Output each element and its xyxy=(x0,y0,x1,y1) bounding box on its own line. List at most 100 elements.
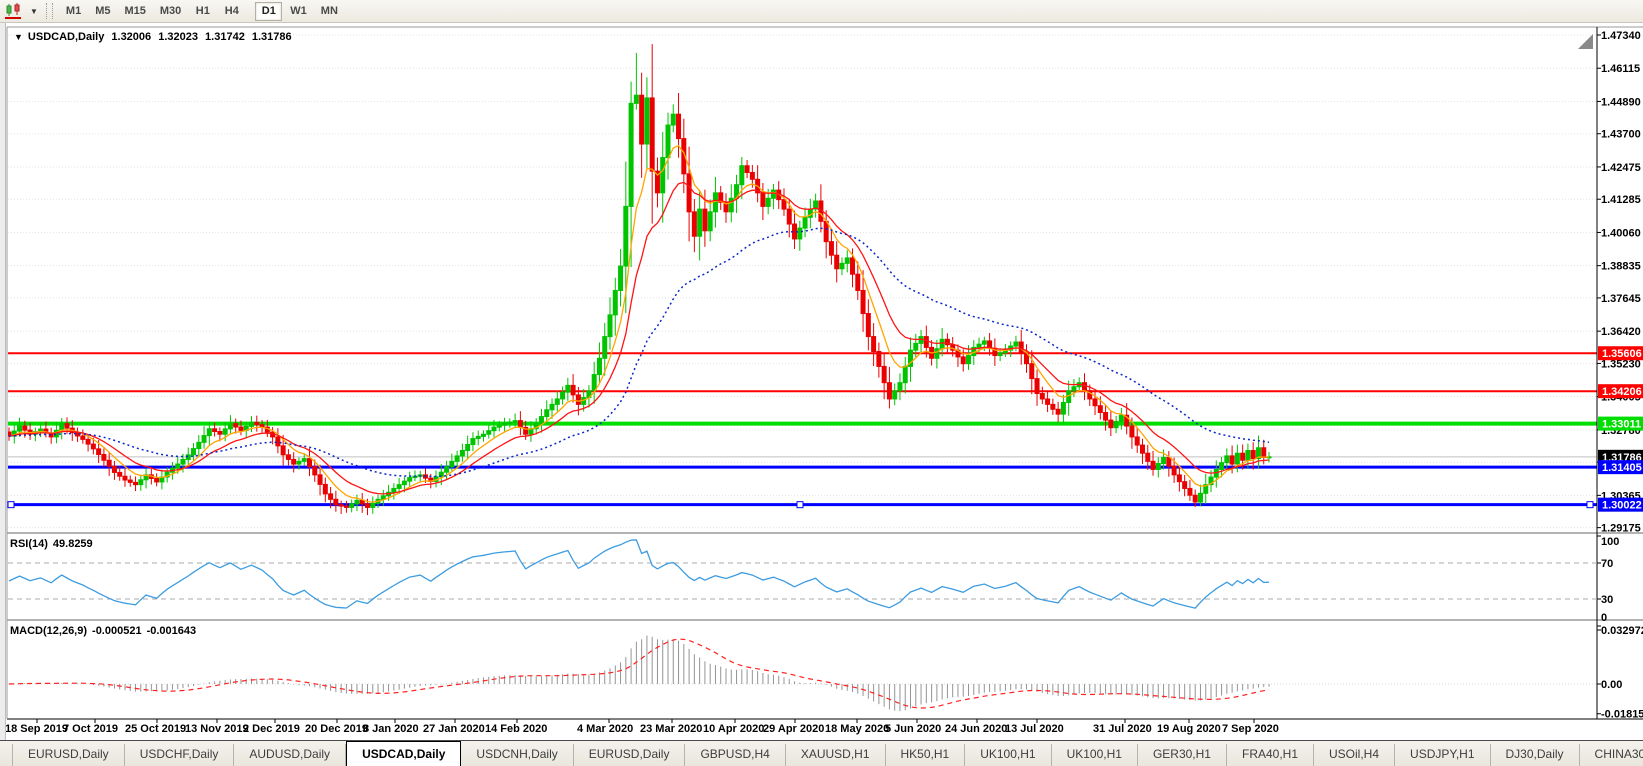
candle-body xyxy=(660,157,666,194)
candle-body xyxy=(512,420,518,423)
chart-tab-dj30-daily[interactable]: DJ30,Daily xyxy=(1491,744,1580,766)
candle-body xyxy=(1039,393,1045,400)
line-handle[interactable] xyxy=(7,501,15,509)
date-axis-label: 2 Dec 2019 xyxy=(243,723,300,735)
chart-tab-uk100-h1[interactable]: UK100,H1 xyxy=(1052,744,1138,766)
chart-tab-eurusd-daily[interactable]: EURUSD,Daily xyxy=(12,744,125,766)
candle-body xyxy=(85,438,91,445)
candle-body xyxy=(227,423,233,430)
date-axis-label: 7 Sep 2020 xyxy=(1222,723,1279,735)
date-axis-label: 25 Oct 2019 xyxy=(125,723,186,735)
candle-body xyxy=(222,428,228,435)
candle-body xyxy=(401,480,407,486)
chevron-down-icon[interactable]: ▼ xyxy=(30,7,38,16)
candle-body xyxy=(238,426,244,431)
candle-body xyxy=(1118,414,1124,422)
chart-tab-usdcad-daily[interactable]: USDCAD,Daily xyxy=(346,741,462,766)
price-tag-value: 1.31405 xyxy=(1602,462,1642,474)
timeframe-button-d1[interactable]: D1 xyxy=(255,1,283,21)
candle-body xyxy=(1171,465,1177,476)
timeframe-button-m5[interactable]: M5 xyxy=(89,2,116,21)
candle-body xyxy=(364,503,370,508)
candle-body xyxy=(1229,455,1235,465)
macd-axis-label: -0.018154 xyxy=(1601,709,1643,721)
chart-tab-fra40-h1[interactable]: FRA40,H1 xyxy=(1227,744,1315,766)
candle-body xyxy=(254,421,260,426)
chart-tab-bar: EURUSD,Daily USDCHF,Daily AUDUSD,Daily USDC… xyxy=(0,740,1643,766)
chart-ohlc-header: ▼ USDCAD,Daily 1.32006 1.32023 1.31742 1.… xyxy=(14,31,296,43)
chart-tab-china300-h1[interactable]: CHINA300,H1 xyxy=(1580,744,1643,766)
price-axis-label: 1.47340 xyxy=(1601,30,1641,42)
candle-body xyxy=(90,443,96,450)
date-axis-label: 7 Oct 2019 xyxy=(63,723,118,735)
date-axis-label: 8 Jan 2020 xyxy=(363,723,419,735)
date-axis-label: 19 Aug 2020 xyxy=(1157,723,1221,735)
timeframe-button-h1[interactable]: H1 xyxy=(189,2,216,21)
chart-tab-uk100-h1[interactable]: UK100,H1 xyxy=(965,744,1052,766)
period-selector-icon[interactable] xyxy=(4,2,28,20)
candle-body xyxy=(338,504,344,507)
candle-body xyxy=(1240,452,1246,461)
candle-body xyxy=(554,398,560,405)
candle-body xyxy=(876,350,882,367)
candle-body xyxy=(1192,494,1198,503)
chart-tab-usdcnh-daily[interactable]: USDCNH,Daily xyxy=(461,744,574,766)
toolbar-grip[interactable] xyxy=(45,3,53,19)
candle-body xyxy=(1182,481,1188,489)
candle-body xyxy=(802,216,808,229)
candle-body xyxy=(618,265,624,291)
collapse-chart-icon[interactable]: ▼ xyxy=(14,32,23,42)
candle-body xyxy=(333,498,339,506)
candle-body xyxy=(217,430,223,435)
chart-background xyxy=(6,23,1643,740)
candle-body xyxy=(712,192,718,213)
line-handle[interactable] xyxy=(796,501,804,509)
candle-body xyxy=(707,211,713,232)
candle-body xyxy=(322,483,328,495)
date-axis-label: 23 Mar 2020 xyxy=(640,723,702,735)
candle-body xyxy=(839,262,845,270)
candle-body xyxy=(749,171,755,180)
chart-tab-xauusd-h1[interactable]: XAUUSD,H1 xyxy=(786,744,886,766)
timeframe-button-m1[interactable]: M1 xyxy=(60,2,87,21)
price-axis-label: 1.38835 xyxy=(1601,261,1641,273)
chart-tab-usdchf-daily[interactable]: USDCHF,Daily xyxy=(125,744,235,766)
candle-body xyxy=(359,499,365,505)
line-handle[interactable] xyxy=(1586,501,1594,509)
candle-body xyxy=(206,428,212,437)
timeframe-button-h4[interactable]: H4 xyxy=(218,2,245,21)
candle-body xyxy=(966,355,972,365)
chart-canvas[interactable]: 1.47340 1.46115 1.44890 1.43700 1.42475 1.412… xyxy=(6,23,1643,740)
timeframe-button-m30[interactable]: M30 xyxy=(154,2,187,21)
chart-tab-usdjpy-h1[interactable]: USDJPY,H1 xyxy=(1395,744,1491,766)
chart-tab-usoil-h4[interactable]: USOil,H4 xyxy=(1314,744,1396,766)
chart-tab-ger30-h1[interactable]: GER30,H1 xyxy=(1138,744,1227,766)
chart-tab-audusd-daily[interactable]: AUDUSD,Daily xyxy=(234,744,347,766)
chart-tab-hk50-h1[interactable]: HK50,H1 xyxy=(886,744,966,766)
candle-body xyxy=(502,422,508,426)
candle-body xyxy=(575,394,581,405)
chart-tab-eurusd-daily[interactable]: EURUSD,Daily xyxy=(574,744,686,766)
price-tag-value: 1.34206 xyxy=(1602,386,1642,398)
timeframe-button-w1[interactable]: W1 xyxy=(284,2,313,21)
candle-body xyxy=(1139,444,1145,454)
date-axis-label: 20 Dec 2019 xyxy=(305,723,368,735)
candle-body xyxy=(449,460,455,468)
macd-signal-value: -0.001643 xyxy=(146,625,197,637)
candle-body xyxy=(686,173,692,213)
macd-axis-label: 0.032972 xyxy=(1601,625,1643,637)
candle-body xyxy=(607,314,613,338)
candle-body xyxy=(960,356,966,365)
candle-body xyxy=(396,484,402,489)
candle-body xyxy=(96,448,102,456)
candle-body xyxy=(765,197,771,207)
date-axis-label: 18 May 2020 xyxy=(825,723,889,735)
candle-body xyxy=(312,466,318,476)
chart-tab-gbpusd-h4[interactable]: GBPUSD,H4 xyxy=(685,744,786,766)
candle-body xyxy=(291,458,297,465)
price-tag-value: 1.35606 xyxy=(1602,348,1642,360)
candle-body xyxy=(349,503,355,508)
timeframe-button-m15[interactable]: M15 xyxy=(118,2,151,21)
candle-body xyxy=(101,454,107,461)
timeframe-button-mn[interactable]: MN xyxy=(315,2,344,21)
